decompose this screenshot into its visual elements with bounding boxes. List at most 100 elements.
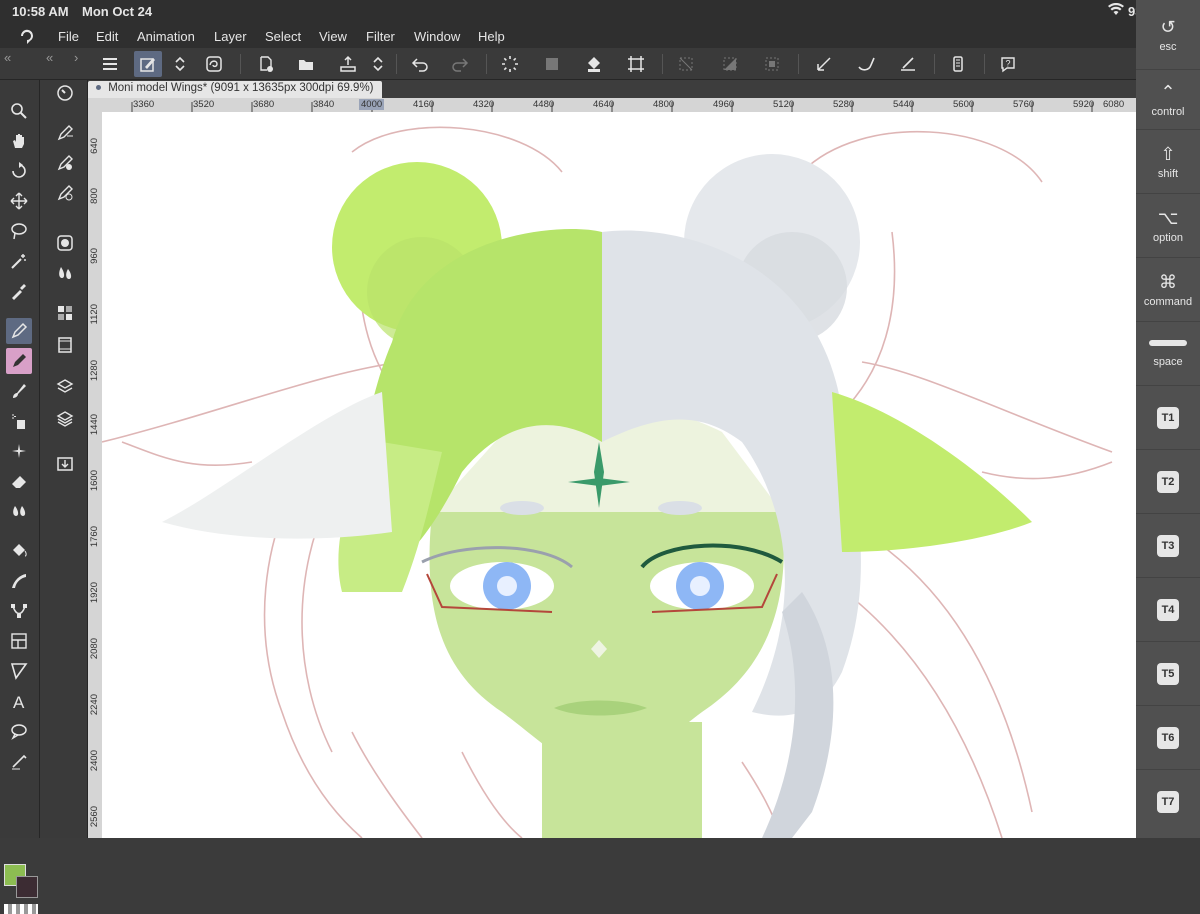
- t5-key[interactable]: T5: [1136, 642, 1200, 706]
- brush-size-icon[interactable]: [52, 150, 78, 176]
- frame-border-icon[interactable]: [6, 628, 32, 654]
- open-folder-icon[interactable]: [292, 51, 320, 77]
- new-file-icon[interactable]: [252, 51, 280, 77]
- expand-right-icon[interactable]: ›: [74, 50, 78, 65]
- drawing-canvas[interactable]: [102, 112, 1136, 838]
- shift-key[interactable]: ⇧ shift: [1136, 130, 1200, 194]
- correct-line-icon[interactable]: [6, 748, 32, 774]
- text-icon[interactable]: A: [6, 688, 32, 714]
- eraser-icon[interactable]: [6, 468, 32, 494]
- menu-layer[interactable]: Layer: [214, 29, 247, 44]
- fill-bucket-icon[interactable]: [6, 538, 32, 564]
- t4-key[interactable]: T4: [1136, 578, 1200, 642]
- ruler-tick-label: 6080: [1103, 99, 1125, 110]
- gallery-icon[interactable]: [200, 51, 228, 77]
- ruler-pen-icon[interactable]: [810, 51, 838, 77]
- t6-key[interactable]: T6: [1136, 706, 1200, 770]
- pencil-icon[interactable]: [6, 348, 32, 374]
- layers-icon[interactable]: [52, 406, 78, 432]
- t3-key[interactable]: T3: [1136, 514, 1200, 578]
- snap-ruler-icon[interactable]: [894, 51, 922, 77]
- menu-file[interactable]: File: [58, 29, 79, 44]
- navigator-icon[interactable]: [52, 80, 78, 106]
- help-icon[interactable]: ?: [994, 51, 1022, 77]
- chevron-updown-icon-2[interactable]: [368, 51, 388, 77]
- menu-animation[interactable]: Animation: [137, 29, 195, 44]
- t3-key-label: T3: [1157, 534, 1179, 557]
- deselect-icon[interactable]: [672, 51, 700, 77]
- transform-icon[interactable]: [622, 51, 650, 77]
- ruler-tick-label: 1280: [89, 360, 100, 382]
- layer-property-icon[interactable]: [52, 374, 78, 400]
- operation-icon[interactable]: [6, 658, 32, 684]
- menu-hamburger-icon[interactable]: [96, 51, 124, 77]
- sub-tool-detail-icon[interactable]: [52, 180, 78, 206]
- menu-edit[interactable]: Edit: [96, 29, 118, 44]
- redo-icon[interactable]: [446, 51, 474, 77]
- control-key-label: control: [1151, 105, 1185, 118]
- fill-icon[interactable]: [580, 51, 608, 77]
- magic-wand-icon[interactable]: [6, 248, 32, 274]
- menu-filter[interactable]: Filter: [366, 29, 395, 44]
- esc-key[interactable]: ↺ esc: [1136, 0, 1200, 70]
- control-key[interactable]: ⌃ control: [1136, 70, 1200, 130]
- move-icon[interactable]: [6, 188, 32, 214]
- color-set-icon[interactable]: [52, 260, 78, 286]
- tool-property-icon[interactable]: [52, 120, 78, 146]
- rotate-icon[interactable]: [6, 158, 32, 184]
- ruler-tick-label: 4800: [653, 99, 675, 110]
- ruler-tick-label: 640: [89, 138, 100, 154]
- edit-layer-icon[interactable]: [134, 51, 162, 77]
- invert-selection-icon[interactable]: [716, 51, 744, 77]
- horizontal-ruler: 3360 3520 3680 3840 4000 4160 4320 4480 …: [102, 98, 1136, 112]
- menu-window[interactable]: Window: [414, 29, 460, 44]
- loading-spinner-icon[interactable]: [496, 51, 524, 77]
- ruler-tick-label: 960: [89, 248, 100, 264]
- menu-help[interactable]: Help: [478, 29, 505, 44]
- t5-key-label: T5: [1157, 662, 1179, 685]
- ruler-tick-label: 5600: [953, 99, 975, 110]
- sub-color-swatch[interactable]: [16, 876, 38, 898]
- t2-key[interactable]: T2: [1136, 450, 1200, 514]
- document-title: Moni model Wings* (9091 x 13635px 300dpi…: [108, 82, 374, 94]
- app-logo-icon[interactable]: [18, 27, 36, 48]
- menu-select[interactable]: Select: [265, 29, 301, 44]
- decoration-icon[interactable]: [6, 438, 32, 464]
- animation-timeline-icon[interactable]: [52, 332, 78, 358]
- brush-icon[interactable]: [6, 378, 32, 404]
- undo-icon[interactable]: [406, 51, 434, 77]
- collapse-left2-icon[interactable]: «: [46, 50, 53, 65]
- ruler-tick-label: 4000: [359, 99, 385, 110]
- t6-key-label: T6: [1157, 726, 1179, 749]
- t7-key[interactable]: T7: [1136, 770, 1200, 834]
- blend-icon[interactable]: [6, 498, 32, 524]
- ruler-tick-label: 4480: [533, 99, 555, 110]
- airbrush-icon[interactable]: [6, 408, 32, 434]
- selection-border-icon[interactable]: [758, 51, 786, 77]
- balloon-icon[interactable]: [6, 718, 32, 744]
- eyedropper-icon[interactable]: [6, 278, 32, 304]
- zoom-icon[interactable]: [6, 98, 32, 124]
- brush-stroke-icon[interactable]: [852, 51, 880, 77]
- hand-icon[interactable]: [6, 128, 32, 154]
- document-tab[interactable]: Moni model Wings* (9091 x 13635px 300dpi…: [88, 81, 382, 98]
- collapse-left-icon[interactable]: «: [4, 50, 11, 65]
- chevron-updown-icon[interactable]: [170, 51, 190, 77]
- export-icon[interactable]: [334, 51, 362, 77]
- lasso-icon[interactable]: [6, 218, 32, 244]
- material-icon[interactable]: [52, 450, 78, 476]
- gradient-icon[interactable]: [6, 568, 32, 594]
- color-wheel-icon[interactable]: [52, 230, 78, 256]
- transparent-color-swatch[interactable]: [4, 904, 38, 914]
- space-key[interactable]: space: [1136, 322, 1200, 386]
- option-key[interactable]: ⌥ option: [1136, 194, 1200, 258]
- pen-icon[interactable]: [6, 318, 32, 344]
- menu-view[interactable]: View: [319, 29, 347, 44]
- figure-icon[interactable]: [6, 598, 32, 624]
- command-key[interactable]: ⌘ command: [1136, 258, 1200, 322]
- t1-key[interactable]: T1: [1136, 386, 1200, 450]
- color-history-icon[interactable]: [52, 300, 78, 326]
- smartphone-icon[interactable]: [944, 51, 972, 77]
- ruler-tick-label: 3840: [313, 99, 335, 110]
- clear-selection-icon[interactable]: [538, 51, 566, 77]
